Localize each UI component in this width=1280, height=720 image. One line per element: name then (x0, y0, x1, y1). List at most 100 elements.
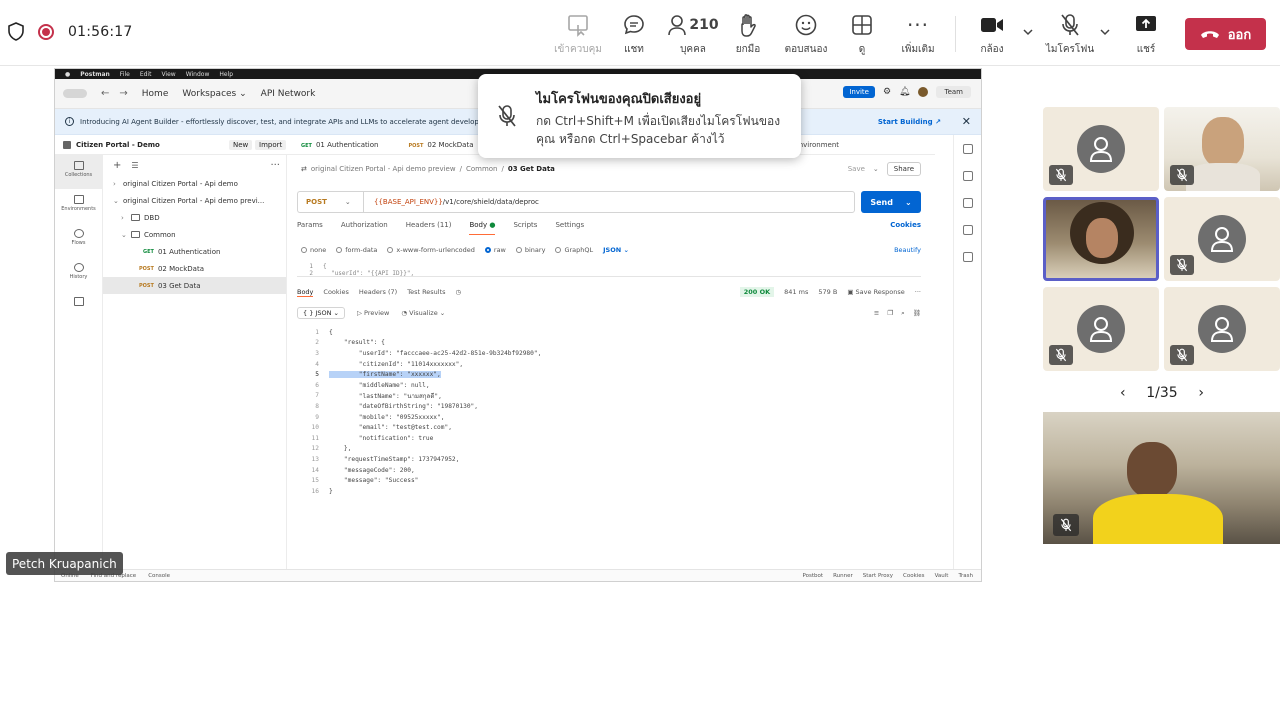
tab-authorization[interactable]: Authorization (341, 221, 388, 235)
body-type-urlencoded[interactable]: x-www-form-urlencoded (387, 246, 475, 254)
invite-button[interactable]: Invite (843, 86, 875, 98)
rail-collections[interactable]: Collections (55, 155, 102, 189)
tab-params[interactable]: Params (297, 221, 323, 235)
chevron-right-icon[interactable]: › (1198, 385, 1204, 401)
body-type-binary[interactable]: binary (515, 246, 545, 254)
tree-item-folder[interactable]: ⌄ Common (103, 226, 286, 243)
start-proxy-button[interactable]: Start Proxy (863, 573, 893, 579)
take-control-button[interactable]: เข้าควบคุม (548, 12, 608, 58)
share-request-button[interactable]: Share (886, 162, 921, 176)
breadcrumb-folder[interactable]: Common (466, 165, 498, 173)
menubar-item[interactable]: Edit (140, 71, 152, 78)
response-body-viewer[interactable]: 1{2 "result": {3 "userId": "facccaee-ac2… (297, 327, 921, 569)
nav-api-network[interactable]: API Network (261, 89, 316, 99)
send-button[interactable]: Send ⌄ (861, 191, 921, 213)
more-options-icon[interactable]: ··· (915, 288, 921, 296)
participant-video-large[interactable] (1043, 412, 1280, 544)
response-tab-headers[interactable]: Headers (7) (359, 288, 397, 296)
more-options-icon[interactable]: ··· (270, 160, 280, 171)
bell-icon[interactable]: 🔔︎ (899, 87, 910, 97)
menubar-item[interactable]: Window (186, 71, 210, 78)
participant-tile[interactable] (1164, 287, 1280, 371)
team-button[interactable]: Team (936, 86, 971, 98)
add-icon[interactable]: + (113, 160, 121, 171)
body-format-select[interactable]: JSON ⌄ (603, 246, 629, 254)
request-tab[interactable]: POST 02 MockData (408, 141, 473, 149)
body-type-raw[interactable]: raw (484, 246, 506, 254)
body-type-graphql[interactable]: GraphQL (555, 246, 593, 254)
docs-icon[interactable] (962, 144, 973, 154)
body-type-form-data[interactable]: form-data (336, 246, 377, 254)
tree-item-collection[interactable]: ⌄ original Citizen Portal - Api demo prev… (103, 192, 286, 209)
menubar-item[interactable]: Help (219, 71, 233, 78)
comments-icon[interactable] (962, 171, 973, 181)
tree-item-folder[interactable]: › DBD (103, 209, 286, 226)
tree-item-collection[interactable]: › original Citizen Portal - Api demo (103, 175, 286, 192)
response-tab-body[interactable]: Body (297, 288, 314, 297)
cookies-link[interactable]: Cookies (890, 221, 921, 229)
forward-arrow-icon[interactable]: → (119, 88, 127, 99)
import-button[interactable]: Import (255, 139, 287, 150)
chevron-left-icon[interactable]: ‹ (1120, 385, 1126, 401)
link-icon[interactable]: ⛓ (913, 309, 921, 318)
tree-item-request[interactable]: GET 01 Authentication (103, 243, 286, 260)
participant-video-tile[interactable] (1164, 107, 1280, 191)
code-icon[interactable] (962, 198, 973, 208)
rail-flows[interactable]: Flows (55, 223, 102, 257)
leave-button[interactable]: ออก (1185, 18, 1266, 50)
participant-tile[interactable] (1043, 107, 1159, 191)
request-tab[interactable]: GET 01 Authentication (301, 141, 378, 149)
participant-tile[interactable] (1164, 197, 1280, 281)
menubar-item[interactable]: File (120, 71, 130, 78)
rail-configure[interactable] (55, 291, 102, 325)
postbot-button[interactable]: Postbot (803, 573, 824, 579)
start-building-link[interactable]: Start Building ↗ (878, 118, 941, 126)
cookies-button[interactable]: Cookies (903, 573, 925, 579)
rail-history[interactable]: History (55, 257, 102, 291)
rail-environments[interactable]: Environments (55, 189, 102, 223)
tab-scripts[interactable]: Scripts (513, 221, 537, 235)
new-button[interactable]: New (229, 139, 253, 150)
runner-button[interactable]: Runner (833, 573, 853, 579)
shield-icon[interactable] (8, 22, 24, 41)
copy-icon[interactable]: ❐ (887, 309, 893, 318)
menubar-item[interactable]: View (161, 71, 175, 78)
nav-workspaces[interactable]: Workspaces ⌄ (182, 89, 246, 99)
trash-button[interactable]: Trash (958, 573, 973, 579)
mic-options-chevron-icon[interactable] (1099, 26, 1111, 38)
people-button[interactable]: 210 บุคคล (662, 12, 724, 58)
view-button[interactable]: ดู (832, 12, 892, 58)
react-button[interactable]: ตอบสนอง (776, 12, 836, 58)
tree-item-request[interactable]: POST 02 MockData (103, 260, 286, 277)
response-format-select[interactable]: { } JSON ⌄ (297, 307, 345, 319)
mic-button[interactable]: ไมโครโฟน (1040, 12, 1100, 58)
more-button[interactable]: ··· เพิ่มเติม (888, 12, 948, 58)
menubar-item[interactable]: Postman (80, 71, 110, 78)
history-icon[interactable]: ◷ (456, 288, 462, 296)
save-button[interactable]: Save (848, 165, 865, 173)
tree-item-request-selected[interactable]: POST 03 Get Data (103, 277, 286, 294)
camera-options-chevron-icon[interactable] (1022, 26, 1034, 38)
recording-icon[interactable] (38, 23, 54, 40)
nav-home[interactable]: Home (142, 89, 169, 99)
info-icon[interactable] (962, 252, 973, 262)
tab-body[interactable]: Body ● (469, 221, 496, 235)
related-icon[interactable] (962, 225, 973, 235)
raise-hand-button[interactable]: ยกมือ (718, 12, 778, 58)
beautify-link[interactable]: Beautify (894, 246, 921, 254)
chevron-down-icon[interactable]: ⌄ (873, 165, 879, 173)
console-button[interactable]: Console (148, 573, 170, 579)
participant-tile[interactable] (1043, 287, 1159, 371)
breadcrumb-collection[interactable]: original Citizen Portal - Api demo previ… (311, 165, 456, 173)
back-arrow-icon[interactable]: ← (101, 88, 109, 99)
window-controls[interactable] (63, 89, 87, 98)
response-tab-cookies[interactable]: Cookies (323, 288, 348, 296)
body-type-none[interactable]: none (301, 246, 326, 254)
user-avatar[interactable] (918, 87, 929, 97)
preview-button[interactable]: ▷ Preview (357, 309, 389, 317)
search-icon[interactable]: ⌕ (901, 309, 905, 318)
settings-icon[interactable]: ⚙ (883, 87, 891, 97)
url-input[interactable]: {{BASE_API_ENV}} /v1/core/shield/data/de… (363, 191, 855, 213)
share-button[interactable]: แชร์ (1116, 12, 1176, 58)
filter-icon[interactable]: ☰ (131, 161, 138, 170)
